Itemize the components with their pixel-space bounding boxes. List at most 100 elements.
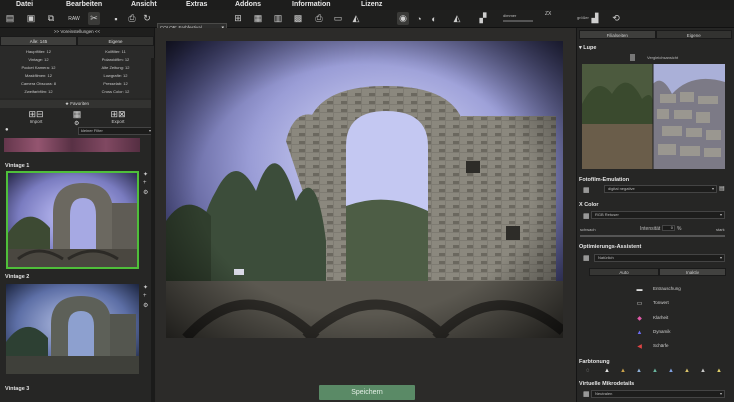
- menu-datei[interactable]: Datei: [16, 0, 33, 10]
- filter-row: ● kleiner Filter ▾: [0, 127, 155, 135]
- inactive-button[interactable]: Inaktiv: [659, 268, 726, 276]
- filter-icon[interactable]: ⊞: [232, 12, 244, 25]
- main-photo: [166, 41, 563, 338]
- export-button[interactable]: ⊞⊠ Export: [98, 109, 138, 125]
- gallery-icon[interactable]: ▩: [292, 12, 304, 25]
- print2-icon[interactable]: ⎙: [313, 12, 325, 25]
- clarity-icon: ◆: [637, 316, 642, 322]
- print-icon[interactable]: ⎙: [126, 12, 138, 25]
- tab-eigene-right[interactable]: Eigene: [655, 30, 732, 39]
- fotofilm-select[interactable]: digital negative ▾: [604, 185, 717, 193]
- menu-extras[interactable]: Extras: [186, 0, 207, 10]
- category-item[interactable]: Camera Obscura: 8: [0, 80, 77, 88]
- rotate-icon[interactable]: ⟲: [610, 12, 622, 25]
- text-icon[interactable]: ▟: [589, 12, 601, 25]
- toning-drop-icon[interactable]: ▲: [636, 368, 642, 374]
- preset-thumb-partial[interactable]: [4, 138, 140, 152]
- intensity-field[interactable]: 0: [662, 225, 675, 231]
- compare-toggle[interactable]: [630, 54, 635, 61]
- compare-icon[interactable]: ▥: [272, 12, 284, 25]
- open-image-icon[interactable]: ▣: [25, 12, 37, 25]
- import-button[interactable]: ⊞⊟ Import: [16, 109, 56, 125]
- layers-icon[interactable]: ▦: [252, 12, 264, 25]
- tab-eigene[interactable]: Eigene: [77, 36, 154, 46]
- save-icon[interactable]: ▪: [110, 12, 122, 25]
- category-item[interactable]: Hauptfilter: 12: [0, 48, 77, 56]
- category-item[interactable]: Vintage: 12: [0, 56, 77, 64]
- optim-section-title[interactable]: Optimierungs-Assistent: [579, 244, 733, 250]
- zoom-slider[interactable]: [503, 20, 533, 22]
- farbtonung-section-title[interactable]: Farbtonung: [579, 359, 733, 365]
- share-icon[interactable]: ↻: [141, 12, 153, 25]
- optim-row-entrauschung[interactable]: ▬ Entrauschung: [580, 284, 728, 295]
- plus-icon[interactable]: +: [143, 180, 147, 186]
- category-item[interactable]: Kollfilter: 11: [77, 48, 154, 56]
- preset-thumb-vintage-1[interactable]: [6, 171, 139, 269]
- lupe-section-title[interactable]: ▾ Lupe: [579, 45, 733, 51]
- category-item[interactable]: Alte Zeitung: 12: [77, 64, 154, 72]
- film-options-icon[interactable]: ▤: [719, 185, 725, 192]
- toning-drop-icon[interactable]: ▲: [684, 368, 690, 374]
- gear-icon[interactable]: ⚙: [74, 120, 79, 127]
- preset-label: Vintage 1: [5, 163, 30, 169]
- category-item[interactable]: Presselab: 12: [77, 80, 154, 88]
- new-icon[interactable]: ▤: [4, 12, 16, 25]
- toning-reset-icon[interactable]: ◌: [586, 368, 590, 374]
- mikro-section-title[interactable]: Virtuelle Mikrodetails: [579, 381, 733, 387]
- xcolor-select[interactable]: RGB Retuser ▾: [591, 211, 725, 219]
- radio-icon[interactable]: ●: [5, 127, 9, 133]
- category-item[interactable]: Lowgrafie: 12: [77, 72, 154, 80]
- star-icon[interactable]: ✦: [143, 284, 148, 291]
- loupe-preview[interactable]: [582, 64, 725, 169]
- raw-icon[interactable]: RAW: [68, 12, 80, 25]
- plus-icon[interactable]: +: [143, 293, 147, 299]
- optim-row-dynamik[interactable]: ▲ Dynamik: [580, 327, 728, 338]
- toning-drop-icon[interactable]: ▲: [668, 368, 674, 374]
- preset-thumb-vintage-2[interactable]: [6, 284, 139, 374]
- copy-icon[interactable]: ⧉: [45, 12, 57, 25]
- favorites-bar[interactable]: ★ Favoriten: [0, 100, 154, 108]
- category-item[interactable]: Polaroidfilm: 12: [77, 56, 154, 64]
- fotofilm-section-title[interactable]: Fotofilm-Emulation: [579, 177, 733, 183]
- presets-scrollbar[interactable]: [151, 58, 155, 402]
- menu-addons[interactable]: Addons: [235, 0, 261, 10]
- history-icon[interactable]: ◔: [413, 12, 425, 25]
- before-after-icon[interactable]: ◐: [428, 12, 440, 25]
- filter-select[interactable]: kleiner Filter ▾: [78, 127, 154, 135]
- menu-information[interactable]: Information: [292, 0, 331, 10]
- optim-select[interactable]: Natürlich ▾: [594, 254, 725, 262]
- category-item[interactable]: Cross Color: 12: [77, 88, 154, 96]
- menu-bearbeiten[interactable]: Bearbeiten: [66, 0, 102, 10]
- eye-icon[interactable]: ◉: [397, 12, 409, 25]
- category-item[interactable]: Pocket Kamera: 12: [0, 64, 77, 72]
- toning-drop-icon[interactable]: ▲: [652, 368, 658, 374]
- monitor-icon[interactable]: ▭: [332, 12, 344, 25]
- star-icon[interactable]: ✦: [143, 171, 148, 178]
- main-preview-image[interactable]: [166, 41, 563, 338]
- intensity-slider[interactable]: [580, 235, 725, 237]
- tile-button[interactable]: ▦: [57, 109, 97, 119]
- menu-ansicht[interactable]: Ansicht: [131, 0, 157, 10]
- auto-button[interactable]: Auto: [589, 268, 659, 276]
- category-item[interactable]: Maskfilmen: 12: [0, 72, 77, 80]
- tools-icon[interactable]: ✂: [88, 12, 100, 25]
- save-button[interactable]: Speichern: [319, 385, 415, 400]
- xcolor-section-title[interactable]: X Color: [579, 202, 733, 208]
- optim-row-klarheit[interactable]: ◆ Klarheit: [580, 313, 728, 324]
- flip-icon[interactable]: ◭: [451, 12, 463, 25]
- toning-drop-icon[interactable]: ▲: [700, 368, 706, 374]
- mikro-select[interactable]: Neutralen ▾: [591, 390, 725, 398]
- histogram-icon[interactable]: ◭: [350, 12, 362, 25]
- tab-filialseiten[interactable]: Filialseiten: [579, 30, 656, 39]
- toning-drop-icon[interactable]: ▲: [604, 368, 610, 374]
- optim-row-schaerfe[interactable]: ◀ Schärfe: [580, 341, 728, 352]
- settings-icon[interactable]: ⚙: [143, 302, 148, 309]
- toning-drop-icon[interactable]: ▲: [716, 368, 722, 374]
- optim-row-tonwert[interactable]: ▭ Tonwert: [580, 298, 728, 309]
- settings-icon[interactable]: ⚙: [143, 189, 148, 196]
- tab-alle[interactable]: Alle: 145: [0, 36, 77, 46]
- toning-drop-icon[interactable]: ▲: [620, 368, 626, 374]
- menu-lizenz[interactable]: Lizenz: [361, 0, 382, 10]
- crop-icon[interactable]: ▞: [477, 12, 489, 25]
- category-item[interactable]: Zweifarbfilm: 12: [0, 88, 77, 96]
